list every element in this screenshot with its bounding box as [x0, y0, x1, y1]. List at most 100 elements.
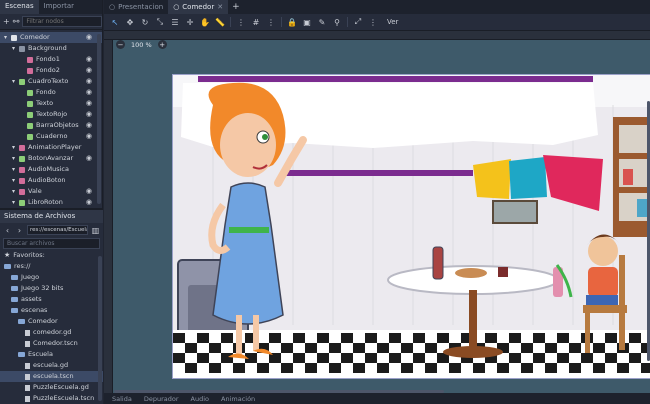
zoom-level[interactable]: 100 % [131, 41, 152, 49]
visibility-eye-icon[interactable]: ◉ [86, 54, 92, 65]
visibility-eye-icon[interactable]: ◉ [86, 186, 92, 197]
scene-tree-row[interactable]: Fondo ◉ [0, 87, 102, 98]
close-icon[interactable]: ✕ [217, 3, 223, 11]
visibility-eye-icon[interactable]: ◉ [86, 109, 92, 120]
tab-animacion[interactable]: Animación [221, 395, 255, 403]
ruler-mode-icon[interactable]: 📏 [215, 18, 225, 27]
filesystem-label: escuela.gd [33, 361, 69, 369]
add-tab-icon[interactable]: + [228, 2, 244, 12]
filesystem-row[interactable]: ★ Favoritos: [0, 250, 103, 261]
filesystem-row[interactable]: escenas [0, 305, 103, 316]
filesystem-row[interactable]: Juego 32 bits [0, 283, 103, 294]
expand-arrow-icon[interactable]: ▾ [12, 43, 17, 54]
rotate-mode-icon[interactable]: ↻ [140, 18, 150, 27]
filesystem-row[interactable]: Juego [0, 272, 103, 283]
canvas-viewport[interactable]: − 100 % + [104, 31, 650, 393]
scene-tree-row[interactable]: ▾ BotonAvanzar ◉ [0, 153, 102, 164]
star-icon: ★ [4, 251, 11, 259]
tab-depurador[interactable]: Depurador [144, 395, 179, 403]
pivot-icon[interactable]: ✛ [185, 18, 195, 27]
bone-icon[interactable]: ✎ [317, 18, 327, 27]
filter-nodes-input[interactable] [22, 16, 103, 27]
visibility-eye-icon[interactable]: ◉ [86, 153, 92, 164]
add-node-icon[interactable]: + [3, 17, 10, 26]
scene-tree-row[interactable]: TextoRojo ◉ [0, 109, 102, 120]
filesystem-row[interactable]: escuela.tscn [0, 371, 103, 382]
pan-mode-icon[interactable]: ✋ [200, 18, 210, 27]
visibility-eye-icon[interactable]: ◉ [86, 65, 92, 76]
visibility-eye-icon[interactable]: ◉ [86, 98, 92, 109]
link-icon[interactable]: ⚯ [13, 17, 20, 26]
expand-arrow-icon[interactable]: ▾ [12, 142, 17, 153]
transform-icon[interactable]: ⤢ [353, 17, 363, 27]
visibility-eye-icon[interactable]: ◉ [86, 76, 92, 87]
scene-tree-label: TextoRojo [36, 110, 68, 118]
tab-audio[interactable]: Audio [191, 395, 209, 403]
filesystem-row[interactable]: Comedor.tscn [0, 338, 103, 349]
more-options-icon[interactable]: ⋮ [266, 18, 276, 27]
scene-tree-row[interactable]: Cuaderno ◉ [0, 131, 102, 142]
more-options-icon[interactable]: ⋮ [368, 18, 378, 27]
zoom-out-icon[interactable]: − [116, 40, 125, 49]
scene-canvas[interactable] [172, 74, 650, 379]
visibility-eye-icon[interactable]: ◉ [86, 197, 92, 208]
filesystem-row[interactable]: PuzzleEscuela.gd [0, 382, 103, 393]
view-menu-button[interactable]: Ver [387, 18, 398, 26]
scene-tree-row[interactable]: Fondo1 ◉ [0, 54, 102, 65]
select-mode-icon[interactable]: ↖ [110, 18, 120, 27]
scene-tree-row[interactable]: ▾ CuadroTexto ◉ [0, 76, 102, 87]
scene-tree-row[interactable]: ▾ Comedor ◉ [0, 32, 102, 43]
scene-tree-row[interactable]: Texto ◉ [0, 98, 102, 109]
grid-snap-icon[interactable]: # [251, 18, 261, 27]
filesystem-row[interactable]: Comedor [0, 316, 103, 327]
filesystem-row[interactable]: comedor.gd [0, 327, 103, 338]
scene-tree-row[interactable]: BarraObjetos ◉ [0, 120, 102, 131]
scene-tree: ▾ Comedor ◉ ▾ Background Fondo1 ◉ Fondo2 ◉ ▾ Cuadr… [0, 30, 102, 208]
filesystem-row[interactable]: Escuela [0, 349, 103, 360]
filesystem-row[interactable]: escuela.gd [0, 360, 103, 371]
scale-mode-icon[interactable]: ⤡ [155, 17, 165, 27]
expand-arrow-icon[interactable]: ▾ [12, 76, 17, 87]
visibility-eye-icon[interactable]: ◉ [86, 87, 92, 98]
forward-arrow-icon[interactable]: › [15, 226, 24, 235]
group-icon[interactable]: ▣ [302, 18, 312, 27]
tab-salida[interactable]: Salida [112, 395, 132, 403]
split-view-icon[interactable]: ▥ [91, 226, 100, 235]
tab-escenas[interactable]: Escenas [0, 0, 39, 14]
back-arrow-icon[interactable]: ‹ [3, 226, 12, 235]
expand-arrow-icon[interactable]: ▾ [12, 197, 17, 208]
path-field[interactable]: res://escenas/Escuela/ [27, 225, 88, 235]
scene-tree-row[interactable]: ▾ AudioBoton [0, 175, 102, 186]
zoom-in-icon[interactable]: + [157, 40, 167, 49]
filesystem-row[interactable]: res:// [0, 261, 103, 272]
tab-comedor[interactable]: ○ Comedor ✕ [168, 0, 229, 14]
move-mode-icon[interactable]: ✥ [125, 18, 135, 27]
filesystem-scrollbar[interactable] [98, 256, 102, 401]
lock-icon[interactable]: 🔒 [287, 18, 297, 27]
filesystem-row[interactable]: assets [0, 294, 103, 305]
visibility-eye-icon[interactable]: ◉ [86, 32, 92, 43]
visibility-eye-icon[interactable]: ◉ [86, 131, 92, 142]
search-files-input[interactable]: Buscar archivos [3, 238, 100, 249]
expand-arrow-icon[interactable]: ▾ [12, 175, 17, 186]
scene-tree-label: Fondo [36, 88, 56, 96]
scene-tree-row[interactable]: ▾ Vale ◉ [0, 186, 102, 197]
list-select-icon[interactable]: ☰ [170, 18, 180, 27]
snap-icon[interactable]: ⋮ [236, 18, 246, 27]
skeleton-icon[interactable]: ⚲ [332, 18, 342, 27]
scene-tree-row[interactable]: ▾ Background [0, 43, 102, 54]
expand-arrow-icon[interactable]: ▾ [12, 164, 17, 175]
expand-arrow-icon[interactable]: ▾ [12, 186, 17, 197]
scene-tree-row[interactable]: ▾ AnimationPlayer [0, 142, 102, 153]
filesystem-row[interactable]: PuzzleEscuela.tscn [0, 393, 103, 404]
scene-tabs: ○ Presentacion ○ Comedor ✕ + [104, 0, 650, 14]
expand-arrow-icon[interactable]: ▾ [12, 153, 17, 164]
tab-presentacion[interactable]: ○ Presentacion [104, 0, 168, 14]
tab-importar[interactable]: Importar [39, 0, 79, 14]
expand-arrow-icon[interactable]: ▾ [4, 32, 9, 43]
scene-tree-row[interactable]: ▾ LibroRoton ◉ [0, 197, 102, 208]
visibility-eye-icon[interactable]: ◉ [86, 120, 92, 131]
scene-tree-scrollbar[interactable] [97, 34, 101, 204]
scene-tree-row[interactable]: Fondo2 ◉ [0, 65, 102, 76]
scene-tree-row[interactable]: ▾ AudioMusica [0, 164, 102, 175]
